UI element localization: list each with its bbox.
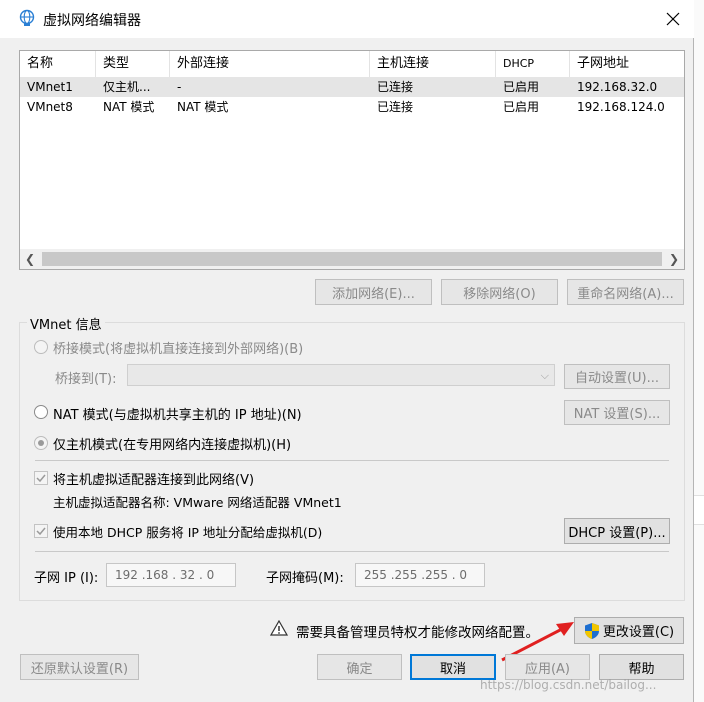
cell-host: 已连接: [377, 80, 414, 94]
subnet-ip-label: 子网 IP (I):: [34, 571, 99, 586]
dhcp-settings-button[interactable]: DHCP 设置(P)...: [564, 518, 670, 544]
close-button[interactable]: [652, 0, 694, 38]
watermark-text: https://blog.csdn.net/bailog...: [480, 678, 657, 692]
auto-settings-button[interactable]: 自动设置(U)...: [564, 364, 670, 389]
apply-button[interactable]: 应用(A): [505, 654, 590, 680]
adapter-name-text: 主机虚拟适配器名称: VMware 网络适配器 VMnet1: [53, 495, 342, 510]
cell-subnet: 192.168.32.0: [577, 80, 658, 94]
scroll-right-icon[interactable]: ❯: [664, 249, 684, 269]
column-header-subnet[interactable]: 子网地址: [570, 51, 684, 77]
table-row[interactable]: VMnet1 仅主机... - 已连接 已启用 192.168.32.0: [20, 77, 684, 97]
ok-button[interactable]: 确定: [317, 654, 402, 680]
cell-host: 已连接: [377, 100, 414, 114]
table-header: 名称 类型 外部连接 主机连接 DHCP 子网地址: [20, 51, 684, 77]
subnet-mask-field[interactable]: 255 .255 .255 . 0: [355, 563, 485, 587]
cell-subnet: 192.168.124.0: [577, 100, 665, 114]
column-header-name[interactable]: 名称: [20, 51, 96, 77]
cell-type: NAT 模式: [103, 100, 155, 114]
cell-external: -: [177, 80, 182, 94]
checkmark-icon: [36, 527, 46, 536]
uac-shield-icon: [584, 622, 599, 639]
subnet-mask-label: 子网掩码(M):: [266, 571, 344, 586]
cancel-button[interactable]: 取消: [410, 654, 496, 680]
nat-mode-radio[interactable]: [34, 405, 48, 419]
column-header-external[interactable]: 外部连接: [170, 51, 370, 77]
nat-settings-button[interactable]: NAT 设置(S)...: [564, 400, 670, 425]
bridge-mode-radio[interactable]: [34, 340, 48, 354]
cell-name: VMnet1: [27, 80, 73, 94]
cell-type: 仅主机...: [103, 80, 151, 94]
divider: [35, 460, 669, 461]
network-table[interactable]: 名称 类型 外部连接 主机连接 DHCP 子网地址 VMnet1 仅主机... …: [19, 50, 685, 270]
virtual-network-editor-window: 虚拟网络编辑器 名称 类型 外部连接 主机连接 DHCP 子网地址 VMnet1…: [0, 0, 694, 702]
scroll-left-icon[interactable]: ❮: [20, 249, 40, 269]
column-header-type[interactable]: 类型: [96, 51, 170, 77]
nat-mode-label: NAT 模式(与虚拟机共享主机的 IP 地址)(N): [53, 408, 302, 423]
cell-dhcp: 已启用: [503, 80, 540, 94]
bridge-to-select[interactable]: ⌵: [127, 364, 555, 386]
checkmark-icon: [36, 474, 46, 483]
host-only-mode-radio[interactable]: [34, 436, 48, 450]
scrollbar-thumb[interactable]: [42, 252, 662, 266]
background-window-edge: [694, 0, 704, 702]
horizontal-scrollbar[interactable]: ❮ ❯: [20, 249, 684, 269]
remove-network-button[interactable]: 移除网络(O): [441, 279, 558, 305]
close-icon: [666, 12, 680, 26]
title-bar: 虚拟网络编辑器: [0, 0, 694, 38]
warning-triangle-icon: [270, 620, 288, 636]
add-network-button[interactable]: 添加网络(E)...: [315, 279, 432, 305]
column-header-dhcp[interactable]: DHCP: [496, 51, 570, 77]
connect-adapter-checkbox[interactable]: [34, 471, 48, 485]
cell-external: NAT 模式: [177, 100, 229, 114]
cell-name: VMnet8: [27, 100, 73, 114]
bridge-to-label: 桥接到(T):: [55, 372, 117, 387]
restore-defaults-button[interactable]: 还原默认设置(R): [20, 654, 139, 680]
change-settings-button[interactable]: 更改设置(C): [574, 617, 684, 644]
connect-adapter-label: 将主机虚拟适配器连接到此网络(V): [53, 473, 255, 488]
vmnet-info-label: VMnet 信息: [27, 314, 105, 333]
bridge-mode-label: 桥接模式(将虚拟机直接连接到外部网络)(B): [53, 342, 304, 357]
divider: [35, 551, 669, 552]
help-button[interactable]: 帮助: [599, 654, 684, 680]
table-row[interactable]: VMnet8 NAT 模式 NAT 模式 已连接 已启用 192.168.124…: [20, 97, 684, 117]
use-dhcp-label: 使用本地 DHCP 服务将 IP 地址分配给虚拟机(D): [53, 525, 323, 540]
subnet-ip-field[interactable]: 192 .168 . 32 . 0: [106, 563, 236, 587]
change-settings-label: 更改设置(C): [602, 625, 675, 640]
column-header-host[interactable]: 主机连接: [370, 51, 496, 77]
network-globe-icon: [19, 9, 35, 26]
host-only-mode-label: 仅主机模式(在专用网络内连接虚拟机)(H): [53, 438, 292, 453]
background-window-fragment: [694, 495, 704, 525]
window-title: 虚拟网络编辑器: [43, 13, 141, 29]
rename-network-button[interactable]: 重命名网络(A)...: [567, 279, 684, 305]
use-dhcp-checkbox[interactable]: [34, 524, 48, 538]
chevron-down-icon: ⌵: [540, 369, 549, 382]
cell-dhcp: 已启用: [503, 100, 540, 114]
